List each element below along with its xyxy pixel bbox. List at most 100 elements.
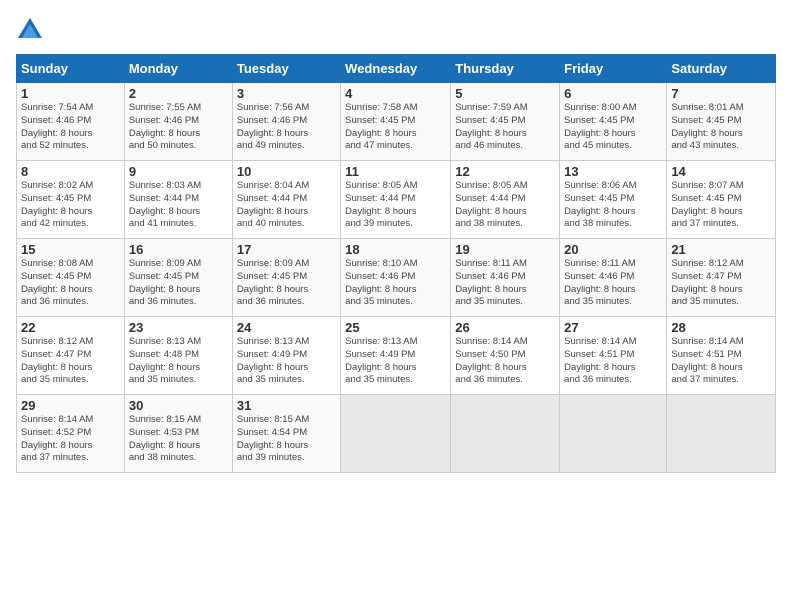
- day-info: Sunrise: 8:15 AM Sunset: 4:54 PM Dayligh…: [237, 414, 336, 465]
- day-number: 19: [455, 242, 555, 257]
- day-cell: 21Sunrise: 8:12 AM Sunset: 4:47 PM Dayli…: [667, 239, 776, 317]
- day-number: 13: [564, 164, 662, 179]
- week-row-3: 15Sunrise: 8:08 AM Sunset: 4:45 PM Dayli…: [17, 239, 776, 317]
- weekday-header-thursday: Thursday: [451, 55, 560, 83]
- day-info: Sunrise: 8:15 AM Sunset: 4:53 PM Dayligh…: [129, 414, 228, 465]
- day-info: Sunrise: 8:08 AM Sunset: 4:45 PM Dayligh…: [21, 258, 120, 309]
- day-info: Sunrise: 8:14 AM Sunset: 4:50 PM Dayligh…: [455, 336, 555, 387]
- weekday-header-tuesday: Tuesday: [232, 55, 340, 83]
- day-number: 26: [455, 320, 555, 335]
- day-info: Sunrise: 7:54 AM Sunset: 4:46 PM Dayligh…: [21, 102, 120, 153]
- day-number: 7: [671, 86, 771, 101]
- day-number: 3: [237, 86, 336, 101]
- day-cell: 15Sunrise: 8:08 AM Sunset: 4:45 PM Dayli…: [17, 239, 125, 317]
- logo: [16, 16, 46, 44]
- day-info: Sunrise: 8:07 AM Sunset: 4:45 PM Dayligh…: [671, 180, 771, 231]
- header: [16, 16, 776, 44]
- day-cell: 9Sunrise: 8:03 AM Sunset: 4:44 PM Daylig…: [124, 161, 232, 239]
- day-cell: 2Sunrise: 7:55 AM Sunset: 4:46 PM Daylig…: [124, 83, 232, 161]
- day-cell: 25Sunrise: 8:13 AM Sunset: 4:49 PM Dayli…: [341, 317, 451, 395]
- day-info: Sunrise: 8:06 AM Sunset: 4:45 PM Dayligh…: [564, 180, 662, 231]
- day-info: Sunrise: 8:11 AM Sunset: 4:46 PM Dayligh…: [564, 258, 662, 309]
- day-number: 28: [671, 320, 771, 335]
- day-cell: 11Sunrise: 8:05 AM Sunset: 4:44 PM Dayli…: [341, 161, 451, 239]
- day-info: Sunrise: 8:02 AM Sunset: 4:45 PM Dayligh…: [21, 180, 120, 231]
- day-cell: 8Sunrise: 8:02 AM Sunset: 4:45 PM Daylig…: [17, 161, 125, 239]
- day-cell: 24Sunrise: 8:13 AM Sunset: 4:49 PM Dayli…: [232, 317, 340, 395]
- day-info: Sunrise: 8:09 AM Sunset: 4:45 PM Dayligh…: [237, 258, 336, 309]
- day-number: 10: [237, 164, 336, 179]
- day-cell: 5Sunrise: 7:59 AM Sunset: 4:45 PM Daylig…: [451, 83, 560, 161]
- day-info: Sunrise: 8:05 AM Sunset: 4:44 PM Dayligh…: [455, 180, 555, 231]
- day-cell: 27Sunrise: 8:14 AM Sunset: 4:51 PM Dayli…: [560, 317, 667, 395]
- day-info: Sunrise: 8:03 AM Sunset: 4:44 PM Dayligh…: [129, 180, 228, 231]
- day-info: Sunrise: 8:10 AM Sunset: 4:46 PM Dayligh…: [345, 258, 446, 309]
- day-info: Sunrise: 8:14 AM Sunset: 4:51 PM Dayligh…: [671, 336, 771, 387]
- day-number: 22: [21, 320, 120, 335]
- calendar-body: 1Sunrise: 7:54 AM Sunset: 4:46 PM Daylig…: [17, 83, 776, 473]
- day-info: Sunrise: 7:58 AM Sunset: 4:45 PM Dayligh…: [345, 102, 446, 153]
- day-number: 8: [21, 164, 120, 179]
- day-info: Sunrise: 8:12 AM Sunset: 4:47 PM Dayligh…: [671, 258, 771, 309]
- week-row-2: 8Sunrise: 8:02 AM Sunset: 4:45 PM Daylig…: [17, 161, 776, 239]
- day-number: 30: [129, 398, 228, 413]
- day-number: 11: [345, 164, 446, 179]
- day-info: Sunrise: 8:12 AM Sunset: 4:47 PM Dayligh…: [21, 336, 120, 387]
- logo-icon: [16, 16, 44, 44]
- day-number: 21: [671, 242, 771, 257]
- day-info: Sunrise: 8:14 AM Sunset: 4:51 PM Dayligh…: [564, 336, 662, 387]
- day-number: 23: [129, 320, 228, 335]
- day-cell: 13Sunrise: 8:06 AM Sunset: 4:45 PM Dayli…: [560, 161, 667, 239]
- day-cell: 12Sunrise: 8:05 AM Sunset: 4:44 PM Dayli…: [451, 161, 560, 239]
- day-cell: 30Sunrise: 8:15 AM Sunset: 4:53 PM Dayli…: [124, 395, 232, 473]
- day-cell: 16Sunrise: 8:09 AM Sunset: 4:45 PM Dayli…: [124, 239, 232, 317]
- day-number: 14: [671, 164, 771, 179]
- day-cell: [560, 395, 667, 473]
- day-cell: 4Sunrise: 7:58 AM Sunset: 4:45 PM Daylig…: [341, 83, 451, 161]
- day-cell: 14Sunrise: 8:07 AM Sunset: 4:45 PM Dayli…: [667, 161, 776, 239]
- day-info: Sunrise: 8:11 AM Sunset: 4:46 PM Dayligh…: [455, 258, 555, 309]
- day-cell: 20Sunrise: 8:11 AM Sunset: 4:46 PM Dayli…: [560, 239, 667, 317]
- page-container: SundayMondayTuesdayWednesdayThursdayFrid…: [0, 0, 792, 481]
- day-number: 25: [345, 320, 446, 335]
- day-info: Sunrise: 8:04 AM Sunset: 4:44 PM Dayligh…: [237, 180, 336, 231]
- day-info: Sunrise: 7:55 AM Sunset: 4:46 PM Dayligh…: [129, 102, 228, 153]
- day-cell: [341, 395, 451, 473]
- day-info: Sunrise: 7:59 AM Sunset: 4:45 PM Dayligh…: [455, 102, 555, 153]
- day-info: Sunrise: 8:13 AM Sunset: 4:49 PM Dayligh…: [237, 336, 336, 387]
- day-number: 31: [237, 398, 336, 413]
- day-number: 29: [21, 398, 120, 413]
- day-cell: 1Sunrise: 7:54 AM Sunset: 4:46 PM Daylig…: [17, 83, 125, 161]
- day-cell: 7Sunrise: 8:01 AM Sunset: 4:45 PM Daylig…: [667, 83, 776, 161]
- day-cell: 28Sunrise: 8:14 AM Sunset: 4:51 PM Dayli…: [667, 317, 776, 395]
- day-cell: 29Sunrise: 8:14 AM Sunset: 4:52 PM Dayli…: [17, 395, 125, 473]
- day-number: 17: [237, 242, 336, 257]
- day-cell: 3Sunrise: 7:56 AM Sunset: 4:46 PM Daylig…: [232, 83, 340, 161]
- day-cell: [451, 395, 560, 473]
- day-cell: 23Sunrise: 8:13 AM Sunset: 4:48 PM Dayli…: [124, 317, 232, 395]
- day-info: Sunrise: 8:01 AM Sunset: 4:45 PM Dayligh…: [671, 102, 771, 153]
- weekday-header-wednesday: Wednesday: [341, 55, 451, 83]
- weekday-header-sunday: Sunday: [17, 55, 125, 83]
- day-info: Sunrise: 8:13 AM Sunset: 4:49 PM Dayligh…: [345, 336, 446, 387]
- day-number: 12: [455, 164, 555, 179]
- week-row-1: 1Sunrise: 7:54 AM Sunset: 4:46 PM Daylig…: [17, 83, 776, 161]
- day-cell: 6Sunrise: 8:00 AM Sunset: 4:45 PM Daylig…: [560, 83, 667, 161]
- day-cell: 19Sunrise: 8:11 AM Sunset: 4:46 PM Dayli…: [451, 239, 560, 317]
- day-number: 9: [129, 164, 228, 179]
- day-cell: 10Sunrise: 8:04 AM Sunset: 4:44 PM Dayli…: [232, 161, 340, 239]
- day-cell: 22Sunrise: 8:12 AM Sunset: 4:47 PM Dayli…: [17, 317, 125, 395]
- week-row-5: 29Sunrise: 8:14 AM Sunset: 4:52 PM Dayli…: [17, 395, 776, 473]
- day-cell: 17Sunrise: 8:09 AM Sunset: 4:45 PM Dayli…: [232, 239, 340, 317]
- day-number: 2: [129, 86, 228, 101]
- day-number: 16: [129, 242, 228, 257]
- calendar-table: SundayMondayTuesdayWednesdayThursdayFrid…: [16, 54, 776, 473]
- day-number: 24: [237, 320, 336, 335]
- weekday-header-friday: Friday: [560, 55, 667, 83]
- day-number: 15: [21, 242, 120, 257]
- day-info: Sunrise: 8:00 AM Sunset: 4:45 PM Dayligh…: [564, 102, 662, 153]
- day-info: Sunrise: 8:05 AM Sunset: 4:44 PM Dayligh…: [345, 180, 446, 231]
- day-number: 20: [564, 242, 662, 257]
- day-number: 4: [345, 86, 446, 101]
- calendar-header: SundayMondayTuesdayWednesdayThursdayFrid…: [17, 55, 776, 83]
